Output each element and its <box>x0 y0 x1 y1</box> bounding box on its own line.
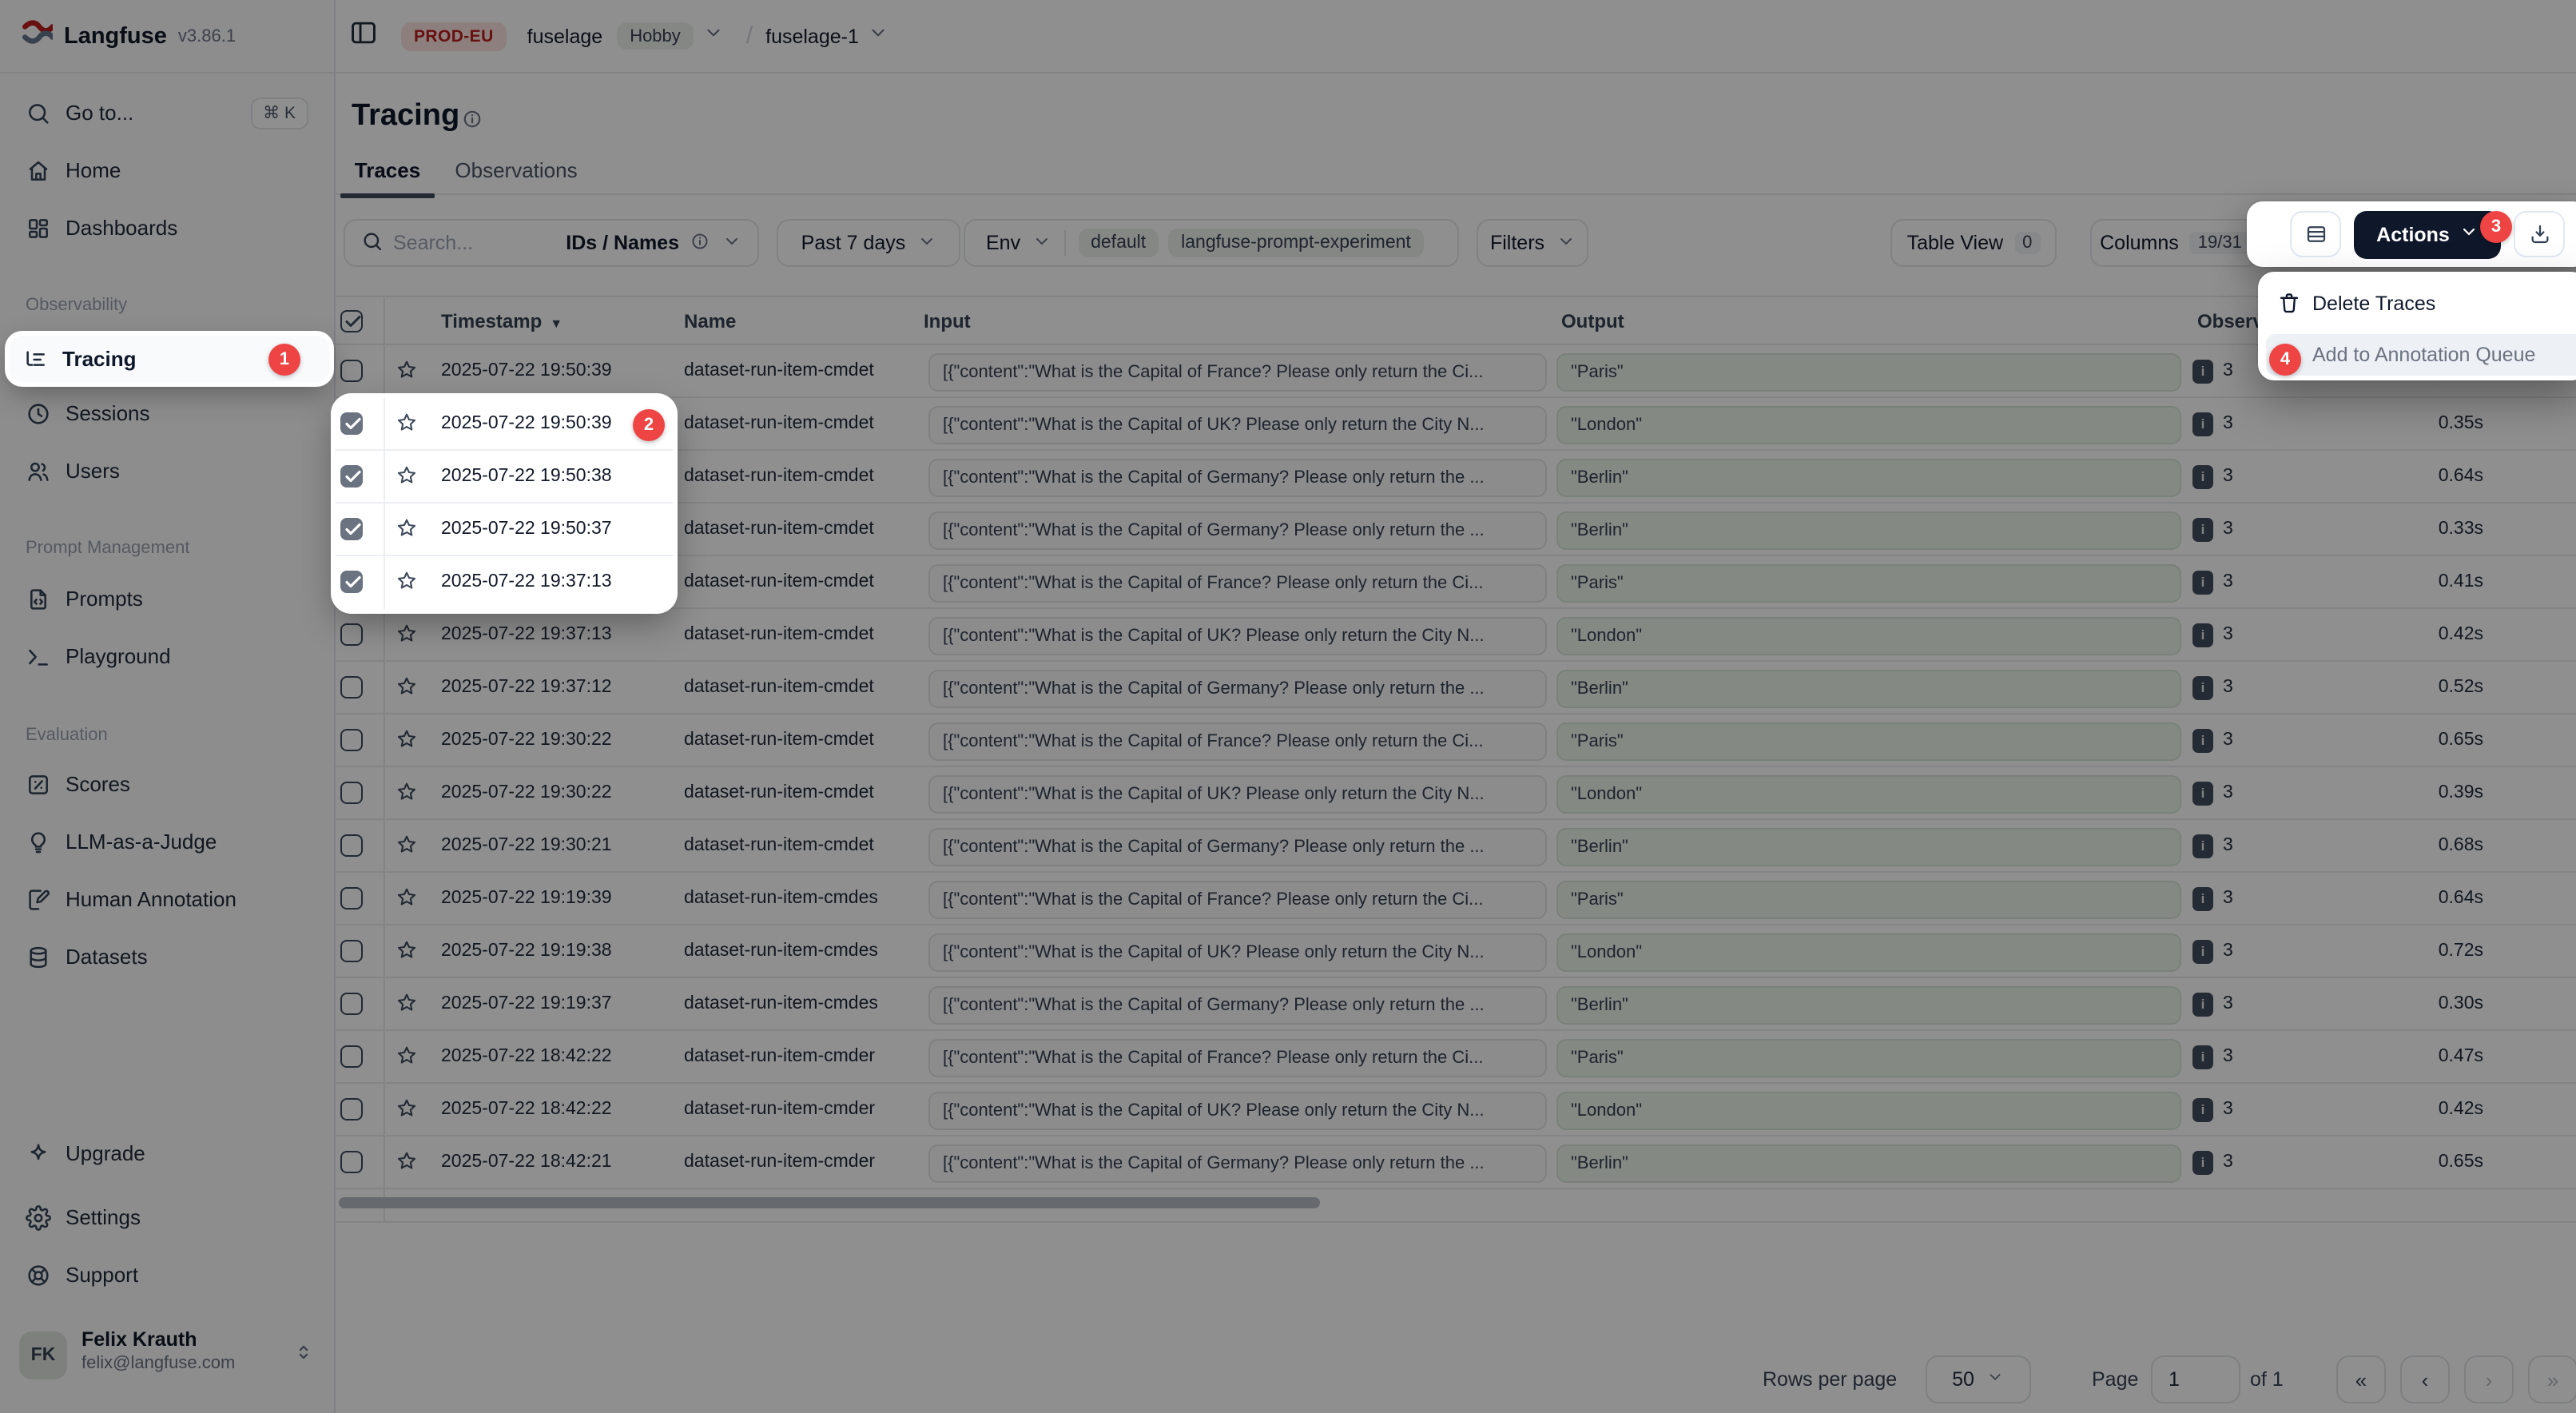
row-checkbox-checked[interactable] <box>340 571 363 593</box>
selected-table-row[interactable]: 2025-07-22 19:37:13 <box>336 556 673 609</box>
column-divider <box>384 451 385 502</box>
menu-item-add-to-annotation-queue[interactable]: Add to Annotation Queue <box>2266 334 2576 376</box>
row-checkbox-checked[interactable] <box>340 518 363 540</box>
annotation-mark-4: 4 <box>2269 344 2301 376</box>
tracing-icon <box>22 346 48 380</box>
cell-timestamp: 2025-07-22 19:50:39 <box>441 398 612 451</box>
sidebar-item-tracing[interactable]: Tracing 1 <box>10 336 329 382</box>
annotation-mark-1: 1 <box>268 343 300 375</box>
selected-rows-highlight: 2025-07-22 19:50:392025-07-22 19:50:3820… <box>336 398 673 609</box>
table-actions-toolbar: Actions 3 <box>2247 201 2576 267</box>
column-divider <box>384 556 385 609</box>
selected-table-row[interactable]: 2025-07-22 19:50:38 <box>336 451 673 504</box>
selected-table-row[interactable]: 2025-07-22 19:50:39 <box>336 398 673 451</box>
sidebar-item-label: Tracing <box>62 336 137 382</box>
annotation-mark-2: 2 <box>633 408 665 440</box>
column-divider <box>384 504 385 555</box>
screenshot-root: Langfuse v3.86.1 Go to...⌘ KHomeDashboar… <box>0 0 2576 1413</box>
actions-dropdown-menu: Delete Traces Add to Annotation Queue 4 <box>2258 272 2576 380</box>
actions-button[interactable]: Actions <box>2354 210 2501 258</box>
row-checkbox-checked[interactable] <box>340 412 363 435</box>
cell-timestamp: 2025-07-22 19:50:37 <box>441 504 612 556</box>
column-divider <box>384 398 385 449</box>
dim-overlay <box>0 0 2576 1413</box>
chevron-down-icon <box>2459 222 2479 246</box>
row-checkbox-checked[interactable] <box>340 465 363 488</box>
menu-item-delete-traces[interactable]: Delete Traces <box>2258 281 2576 326</box>
cell-timestamp: 2025-07-22 19:37:13 <box>441 556 612 609</box>
star-icon[interactable] <box>395 516 419 548</box>
export-button[interactable] <box>2514 211 2565 257</box>
trash-icon <box>2277 291 2301 323</box>
cell-timestamp: 2025-07-22 19:50:38 <box>441 451 612 504</box>
star-icon[interactable] <box>395 464 419 496</box>
star-icon[interactable] <box>395 569 419 601</box>
selected-table-row[interactable]: 2025-07-22 19:50:37 <box>336 504 673 556</box>
row-height-button[interactable] <box>2290 211 2341 257</box>
annotation-mark-3: 3 <box>2480 211 2512 243</box>
star-icon[interactable] <box>395 411 419 443</box>
